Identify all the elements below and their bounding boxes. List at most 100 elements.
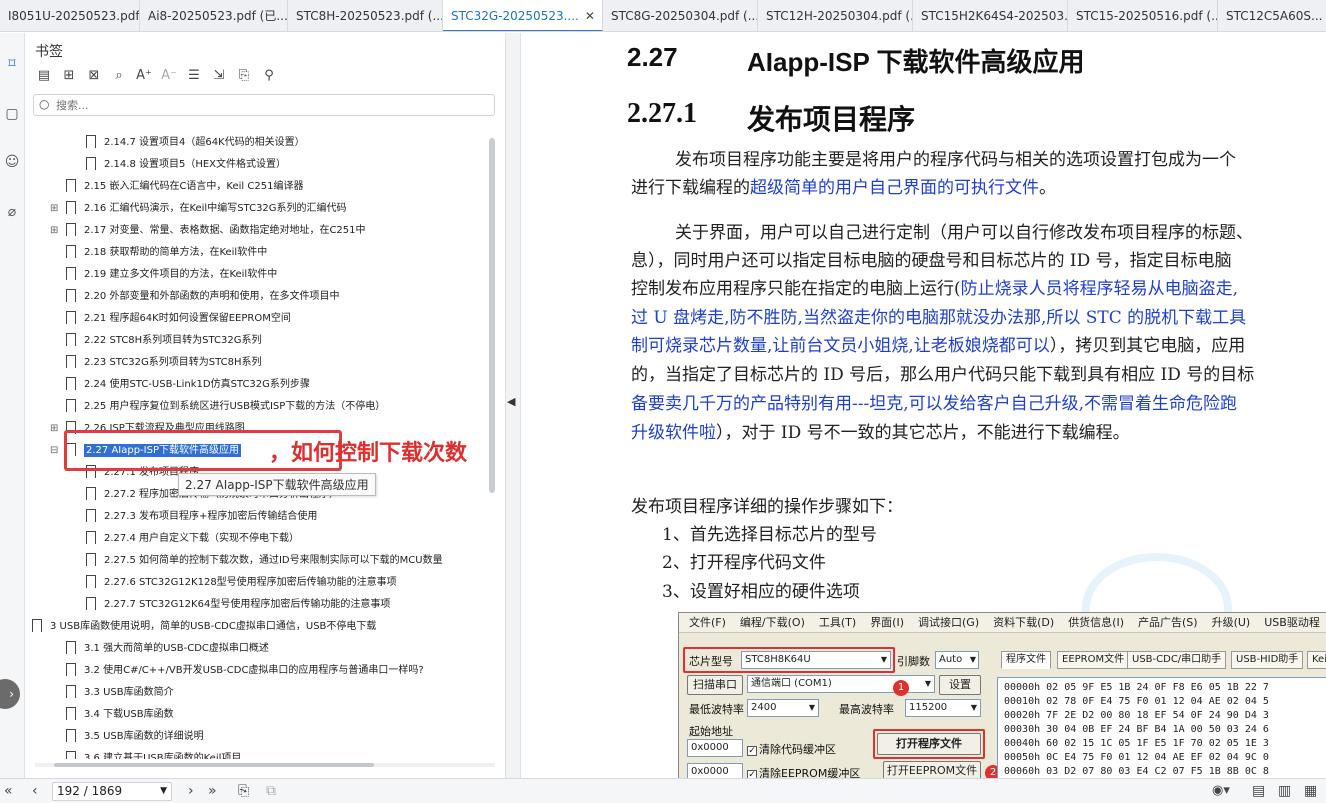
bookmark-icon bbox=[66, 354, 76, 368]
figure-tab: 程序文件 bbox=[1001, 651, 1051, 669]
continuous-page-icon[interactable]: ▥ bbox=[1278, 782, 1291, 800]
bookmark-item[interactable]: ⊞ 2.17 对变量、常量、表格数据、函数指定绝对地址，在C251中 bbox=[50, 221, 366, 241]
bookmark-label: 2.27.3 发布项目程序+程序加密后传输结合使用 bbox=[104, 511, 318, 522]
prev-page-icon[interactable]: ‹ bbox=[32, 782, 38, 800]
bookmark-label: 3.6 建立基于USB库函数的Keil项目 bbox=[84, 753, 242, 759]
bookmark-item[interactable]: 3.2 使用C#/C++/VB开发USB-CDC虚拟串口的应用程序与普通串口一样… bbox=[66, 661, 424, 681]
bookmark-item[interactable]: 2.19 建立多文件项目的方法，在Keil软件中 bbox=[66, 265, 277, 285]
paragraph-line: 的，当指定了目标芯片的 ID 号后，那么用户代码只能下载到具有相应 ID 号的目… bbox=[631, 365, 1255, 385]
expand-icon[interactable]: ⊞ bbox=[50, 221, 58, 241]
bookmark-item[interactable]: 2.20 外部变量和外部函数的声明和使用，在多文件项目中 bbox=[66, 287, 339, 307]
next-page-icon[interactable]: › bbox=[188, 782, 194, 800]
copy-page-icon[interactable]: ⧉ bbox=[266, 782, 276, 800]
bookmark-item[interactable]: 2.15 嵌入汇编代码在C语言中，Keil C251编译器 bbox=[66, 177, 303, 197]
search-input[interactable] bbox=[56, 97, 486, 113]
bookmark-item[interactable]: 3.4 下载USB库函数 bbox=[66, 705, 174, 725]
tab-document[interactable]: STC12C5A60S... bbox=[1218, 0, 1326, 31]
rotate-page-icon[interactable]: ⎘ bbox=[238, 782, 249, 800]
bookmark-icon[interactable]: ⌑ bbox=[3, 55, 21, 73]
bookmark-icon bbox=[32, 618, 42, 632]
collapse-icon[interactable]: ⊟ bbox=[50, 441, 58, 461]
tab-label: STC15H2K64S4-202503... bbox=[921, 9, 1068, 23]
expand-rail-button[interactable]: › bbox=[0, 679, 20, 709]
port-value: 通信端口 (COM1) bbox=[751, 678, 832, 689]
last-page-icon[interactable]: » bbox=[208, 782, 217, 800]
locate-bookmark-icon[interactable]: ⚲ bbox=[260, 67, 278, 85]
delete-bookmark-icon[interactable]: ⊠ bbox=[85, 67, 103, 85]
expand-icon[interactable]: ⊞ bbox=[50, 419, 58, 439]
heading-title: AIapp-ISP 下载软件高级应用 bbox=[747, 47, 1085, 77]
tab-document[interactable]: STC32G-20250523.... ✕ bbox=[443, 0, 603, 31]
comment-icon[interactable]: ☺ bbox=[3, 153, 21, 171]
page-number-field[interactable]: 192 / 1869 ▼ bbox=[52, 782, 172, 801]
two-page-icon[interactable]: ▦ bbox=[1304, 782, 1317, 800]
tab-document[interactable]: Ai8-20250523.pdf (已... bbox=[140, 0, 288, 31]
add-bookmark-icon[interactable]: ⊞ bbox=[60, 67, 78, 85]
chevron-down-icon: ▼ bbox=[808, 703, 815, 712]
tab-document[interactable]: STC12H-20250304.pdf (... bbox=[758, 0, 913, 31]
tab-label: STC12H-20250304.pdf (... bbox=[766, 9, 913, 23]
bookmark-item[interactable]: ⊟3 USB库函数使用说明，简单的USB-CDC虚拟串口通信，USB不停电下载 bbox=[32, 617, 376, 637]
collapse-all-icon[interactable]: ▤ bbox=[35, 67, 53, 85]
bookmark-item[interactable]: 3.3 USB库函数简介 bbox=[66, 683, 174, 703]
bookmark-item[interactable]: 2.27.5 如何简单的控制下载次数，通过ID号来限制实际可以下载的MCU数量 bbox=[86, 551, 443, 571]
bookmark-item[interactable]: 3.1 强大而简单的USB-CDC虚拟串口概述 bbox=[66, 639, 269, 659]
bookmark-item[interactable]: 3.5 USB库函数的详细说明 bbox=[66, 727, 204, 747]
bookmark-item[interactable]: 2.23 STC32G系列项目转为STC8H系列 bbox=[66, 353, 262, 373]
collapse-arrow-icon[interactable]: ◀ bbox=[507, 395, 515, 408]
chevron-down-icon: ▼ bbox=[969, 655, 976, 664]
bookmark-item[interactable]: 2.24 使用STC-USB-Link1D仿真STC32G系列步骤 bbox=[66, 375, 310, 395]
checkbox-icon: ✓ bbox=[747, 746, 757, 756]
find-bookmark-icon[interactable]: ⌕ bbox=[110, 67, 128, 85]
bookmark-item[interactable]: ⊞ 2.16 汇编代码演示，在Keil中编写STC32G系列的汇编代码 bbox=[50, 199, 347, 219]
bookmark-item[interactable]: 2.27.7 STC32G12K64型号使用程序加密后传输功能的注意事项 bbox=[86, 595, 390, 615]
bookmark-label: 2.17 对变量、常量、表格数据、函数指定绝对地址，在C251中 bbox=[84, 225, 366, 236]
bookmark-item[interactable]: 2.14.8 设置项目5（HEX文件格式设置） bbox=[86, 155, 286, 175]
bookmark-label: 3.2 使用C#/C++/VB开发USB-CDC虚拟串口的应用程序与普通串口一样… bbox=[84, 665, 424, 676]
tab-document[interactable]: STC8H-20250523.pdf (... bbox=[288, 0, 443, 31]
checkbox-label: 清除代码缓冲区 bbox=[759, 743, 836, 756]
panel-splitter[interactable]: ◀ bbox=[505, 33, 521, 778]
tab-document[interactable]: STC8G-20250304.pdf (... bbox=[603, 0, 758, 31]
bookmark-item[interactable]: 2.25 用户程序复位到系统区进行USB模式ISP下载的方法（不停电） bbox=[66, 397, 385, 417]
chevron-down-icon[interactable]: ▼ bbox=[160, 783, 167, 800]
bookmark-item[interactable]: 2.27.4 用户自定义下载（实现不停电下载） bbox=[86, 529, 299, 549]
tab-document[interactable]: I8051U-20250523.pdf ... bbox=[0, 0, 140, 31]
bookmark-item[interactable]: 3.6 建立基于USB库函数的Keil项目 bbox=[66, 749, 241, 759]
page-thumbnail-icon[interactable]: ▢ bbox=[3, 105, 21, 123]
tab-document[interactable]: STC15-20250516.pdf (... bbox=[1068, 0, 1218, 31]
tab-label: STC8G-20250304.pdf (... bbox=[611, 9, 758, 23]
figure-menu-item: 升级(U) bbox=[1211, 616, 1251, 629]
font-increase-icon[interactable]: A⁺ bbox=[135, 67, 153, 85]
export-bookmark-icon[interactable]: ⇲ bbox=[210, 67, 228, 85]
bookmark-item[interactable]: 2.14.7 设置项目4（超64K代码的相关设置） bbox=[86, 133, 305, 153]
bookmark-search[interactable]: ○ bbox=[33, 94, 495, 116]
single-page-icon[interactable]: ▤ bbox=[1252, 782, 1265, 800]
bookmark-icon bbox=[86, 552, 96, 566]
attachment-icon[interactable]: ⌀ bbox=[3, 203, 21, 221]
bookmark-item[interactable]: 2.22 STC8H系列项目转为STC32G系列 bbox=[66, 331, 262, 351]
step-badge: 1 bbox=[893, 680, 909, 696]
page-bookmark-icon[interactable]: ⎘ bbox=[235, 67, 253, 85]
hex-row: 00020h 7F 2E D2 00 80 18 EF 54 0F 24 90 … bbox=[1004, 710, 1269, 721]
bookmark-item[interactable]: 2.27.3 发布项目程序+程序加密后传输结合使用 bbox=[86, 507, 317, 527]
bookmark-item[interactable]: 2.21 程序超64K时如何设置保留EEPROM空间 bbox=[66, 309, 291, 329]
tree-vertical-scrollbar[interactable] bbox=[489, 138, 495, 493]
tab-document[interactable]: STC15H2K64S4-202503... bbox=[913, 0, 1068, 31]
text-span: ），对于 ID 号不一致的其它芯片，不能进行下载编程。 bbox=[716, 423, 1130, 443]
bookmark-label: 2.22 STC8H系列项目转为STC32G系列 bbox=[84, 335, 262, 346]
first-page-icon[interactable]: « bbox=[4, 782, 13, 800]
annotation-text: ，如何控制下载次数 bbox=[269, 441, 468, 466]
close-icon[interactable]: ✕ bbox=[585, 9, 595, 23]
paragraph-line: 发布项目程序功能主要是将用户的程序代码与相关的选项设置打包成为一个 bbox=[675, 150, 1236, 170]
bookmark-item[interactable]: 2.27.6 STC32G12K128型号使用程序加密后传输功能的注意事项 bbox=[86, 573, 397, 593]
view-mode-icon[interactable]: ◉▾ bbox=[1212, 782, 1230, 800]
start-addr-label: 起始地址 bbox=[689, 725, 733, 738]
expand-icon[interactable]: ⊞ bbox=[50, 199, 58, 219]
bookmark-item[interactable]: 2.18 获取帮助的简单方法，在Keil软件中 bbox=[66, 243, 267, 263]
font-decrease-icon[interactable]: A⁻ bbox=[160, 67, 178, 85]
scroll-thumb[interactable] bbox=[54, 763, 374, 767]
bookmark-properties-icon[interactable]: ☰ bbox=[185, 67, 203, 85]
tree-horizontal-scrollbar[interactable] bbox=[35, 763, 495, 767]
figure-tab: USB-HID助手 bbox=[1231, 651, 1304, 669]
